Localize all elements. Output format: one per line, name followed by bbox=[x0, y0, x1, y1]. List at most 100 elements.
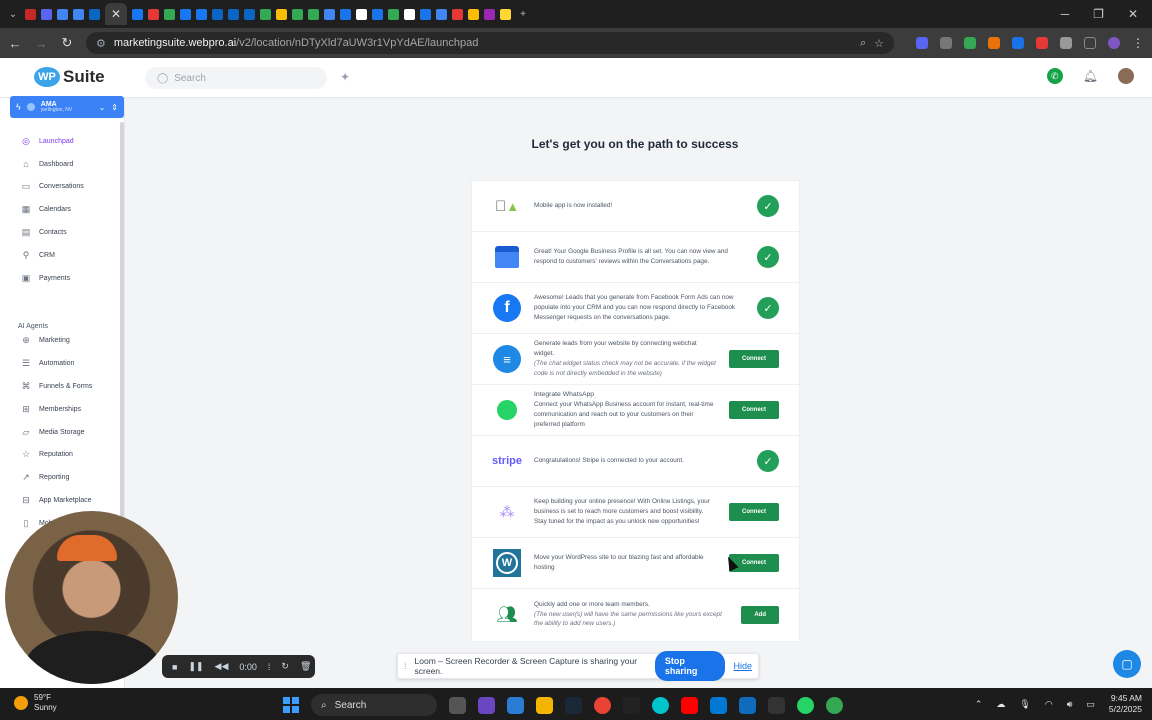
sidebar-item-payments[interactable]: ▣ Payments bbox=[0, 267, 120, 290]
sidebar-item-calendars[interactable]: ▦ Calendars bbox=[0, 198, 120, 221]
tab-favicon[interactable] bbox=[228, 8, 239, 20]
extension-icon[interactable] bbox=[1036, 37, 1048, 49]
wifi-icon[interactable]: ◠ bbox=[1045, 699, 1053, 710]
url-field[interactable]: ⚙ marketingsuite.webpro.ai/v2/location/n… bbox=[86, 32, 894, 54]
tab-search-icon[interactable]: ⌄ bbox=[6, 9, 20, 20]
cloud-icon[interactable]: ☁ bbox=[996, 699, 1005, 710]
close-tab-icon[interactable]: ✕ bbox=[111, 7, 121, 21]
task-view-icon[interactable] bbox=[449, 696, 466, 714]
user-avatar[interactable] bbox=[1118, 68, 1134, 84]
chrome-active-icon[interactable] bbox=[826, 696, 843, 714]
extension-icon[interactable] bbox=[988, 37, 1000, 49]
sidebar-item-contacts[interactable]: ▤ Contacts bbox=[0, 221, 120, 244]
tab-favicon[interactable] bbox=[484, 8, 495, 20]
back-icon[interactable]: ← bbox=[8, 36, 22, 51]
bookmark-star-icon[interactable]: ☆ bbox=[874, 37, 884, 50]
zoom-icon[interactable]: ⌕ bbox=[860, 37, 866, 50]
close-window-icon[interactable]: ✕ bbox=[1128, 7, 1138, 21]
delete-icon[interactable]: 🗑︎ bbox=[300, 661, 311, 672]
profile-avatar[interactable] bbox=[1108, 37, 1120, 49]
connect-listings-button[interactable]: Connect bbox=[729, 503, 779, 521]
tab-favicon[interactable] bbox=[180, 8, 191, 20]
sidebar-item-memberships[interactable]: ⊞ Memberships bbox=[0, 398, 120, 421]
tab-favicon[interactable] bbox=[436, 8, 447, 20]
tab-favicon[interactable] bbox=[372, 8, 383, 20]
mic-icon[interactable]: 🎙︎ bbox=[1019, 699, 1030, 710]
extensions-puzzle-icon[interactable] bbox=[1060, 37, 1072, 49]
tab-favicon[interactable] bbox=[244, 8, 255, 20]
sidebar-item-dashboard[interactable]: ⌂ Dashboard bbox=[0, 153, 120, 176]
tab-favicon[interactable] bbox=[356, 8, 367, 20]
tab-favicon[interactable] bbox=[308, 8, 319, 20]
sidebar-item-marketing[interactable]: ⊕ Marketing bbox=[0, 330, 120, 353]
rewind-icon[interactable]: ◀◀ bbox=[215, 661, 229, 672]
volume-icon[interactable]: 🔊︎ bbox=[1067, 699, 1073, 710]
restart-icon[interactable]: ↻ bbox=[281, 661, 289, 672]
mail-icon[interactable] bbox=[768, 696, 785, 714]
tab-favicon[interactable] bbox=[148, 8, 159, 20]
tray-chevron-icon[interactable]: ⌃ bbox=[975, 699, 983, 710]
wpsuite-logo[interactable]: WP Suite bbox=[34, 67, 105, 87]
sidebar-scrollbar[interactable] bbox=[120, 122, 124, 542]
notification-bell-icon[interactable]: 🔔︎ bbox=[1083, 69, 1098, 83]
pause-icon[interactable]: ❚❚ bbox=[188, 661, 203, 672]
windows-start-icon[interactable] bbox=[283, 697, 299, 713]
tab-favicon[interactable] bbox=[89, 8, 100, 20]
connect-whatsapp-button[interactable]: Connect bbox=[729, 401, 779, 419]
extension-icon[interactable] bbox=[964, 37, 976, 49]
tab-favicon[interactable] bbox=[196, 8, 207, 20]
extension-icon[interactable] bbox=[1012, 37, 1024, 49]
sidebar-item-app-marketplace[interactable]: ⊟ App Marketplace bbox=[0, 489, 120, 512]
site-info-icon[interactable]: ⚙ bbox=[96, 37, 106, 50]
sidebar-item-funnels-forms[interactable]: ⌘ Funnels & Forms bbox=[0, 375, 120, 398]
calculator-icon[interactable] bbox=[507, 696, 524, 714]
active-tab[interactable]: ✕ bbox=[105, 3, 127, 25]
sidebar-item-launchpad[interactable]: ◎ Launchpad bbox=[0, 130, 120, 153]
sidebar-item-crm[interactable]: ⚲ CRM bbox=[0, 244, 120, 267]
tab-favicon[interactable] bbox=[276, 8, 287, 20]
tab-favicon[interactable] bbox=[420, 8, 431, 20]
tab-favicon[interactable] bbox=[164, 8, 175, 20]
tab-favicon[interactable] bbox=[41, 8, 52, 20]
tab-favicon[interactable] bbox=[388, 8, 399, 20]
quick-actions-icon[interactable]: ✦ bbox=[340, 70, 350, 84]
tab-favicon[interactable] bbox=[57, 8, 68, 20]
tab-favicon[interactable] bbox=[132, 8, 143, 20]
phone-icon[interactable]: ✆ bbox=[1046, 68, 1063, 84]
sidebar-item-media-storage[interactable]: ▱ Media Storage bbox=[0, 421, 120, 444]
tab-favicon[interactable] bbox=[500, 8, 511, 20]
copilot-icon[interactable] bbox=[478, 696, 495, 714]
browser-menu-icon[interactable]: ⋮ bbox=[1132, 36, 1144, 50]
tab-favicon[interactable] bbox=[324, 8, 335, 20]
add-team-member-button[interactable]: Add bbox=[741, 605, 779, 624]
sidebar-item-reporting[interactable]: ↗ Reporting bbox=[0, 466, 120, 489]
battery-icon[interactable]: ▭ bbox=[1086, 699, 1095, 710]
webcam-bubble[interactable] bbox=[5, 511, 178, 684]
tab-favicon[interactable] bbox=[292, 8, 303, 20]
global-search[interactable]: ◯ Search bbox=[145, 67, 327, 89]
weather-widget[interactable]: 59°F Sunny bbox=[14, 693, 57, 712]
outlook-icon[interactable] bbox=[710, 696, 727, 714]
tab-favicon[interactable] bbox=[25, 8, 36, 20]
minimize-icon[interactable]: ─ bbox=[1061, 7, 1070, 21]
taskbar-search[interactable]: ⌕ Search bbox=[311, 694, 437, 716]
extension-icon[interactable] bbox=[940, 37, 952, 49]
canva-icon[interactable] bbox=[652, 696, 669, 714]
new-tab-icon[interactable]: + bbox=[516, 9, 530, 20]
account-switcher[interactable]: ϟ AMA yerlington, NV ⌄ ⇕ bbox=[10, 96, 124, 118]
capcut-icon[interactable] bbox=[623, 696, 640, 714]
tab-favicon[interactable] bbox=[452, 8, 463, 20]
tab-favicon[interactable] bbox=[404, 8, 415, 20]
stop-record-icon[interactable]: ■ bbox=[172, 662, 177, 672]
restore-icon[interactable]: ❐ bbox=[1093, 7, 1104, 21]
chat-widget-icon[interactable]: ▢ bbox=[1113, 650, 1141, 678]
tab-favicon[interactable] bbox=[73, 8, 84, 20]
sidepanel-icon[interactable] bbox=[1084, 37, 1096, 49]
chrome-icon[interactable] bbox=[594, 696, 611, 714]
acrobat-icon[interactable] bbox=[681, 696, 698, 714]
calendar-app-icon[interactable] bbox=[739, 696, 756, 714]
reload-icon[interactable]: ↻ bbox=[60, 35, 74, 51]
stop-sharing-button[interactable]: Stop sharing bbox=[654, 651, 726, 681]
hide-share-bar-link[interactable]: Hide bbox=[733, 661, 752, 671]
forward-icon[interactable]: → bbox=[34, 36, 48, 51]
